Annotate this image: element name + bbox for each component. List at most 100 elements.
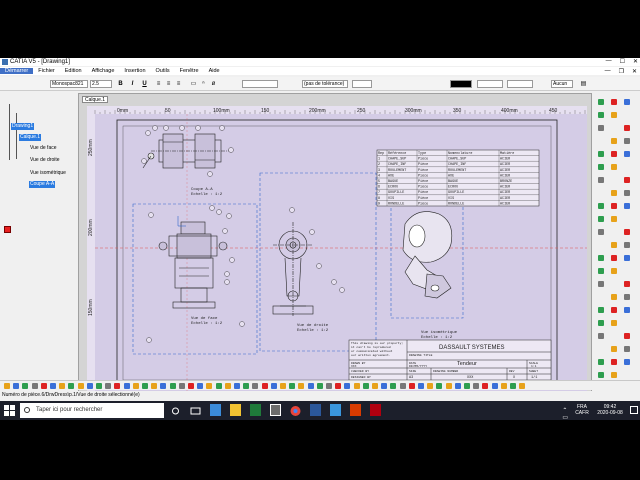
drafting-tool-icon[interactable] (624, 125, 630, 131)
drafting-tool-icon[interactable] (598, 359, 604, 365)
superscript-icon[interactable]: ⁿ (200, 80, 207, 88)
notification-icon[interactable] (630, 406, 638, 414)
drafting-tool-icon[interactable] (598, 307, 604, 313)
drafting-tool-icon[interactable] (598, 281, 604, 287)
standard-tool-icon[interactable] (519, 383, 526, 389)
taskbar-search-input[interactable]: Taper ici pour rechercher (20, 403, 164, 418)
standard-tool-icon[interactable] (270, 383, 277, 389)
menu-edition[interactable]: Edition (60, 68, 87, 74)
menu-outils[interactable]: Outils (151, 68, 175, 74)
tray-icons[interactable]: ⌃ ▭ ♪ (562, 407, 570, 420)
doc-restore-button[interactable]: ❐ (619, 68, 624, 75)
drafting-tool-icon[interactable] (611, 216, 617, 222)
standard-tool-icon[interactable] (243, 383, 250, 389)
standard-tool-icon[interactable] (197, 383, 204, 389)
font-name-select[interactable]: Monospac821 (50, 80, 88, 88)
standard-tool-icon[interactable] (464, 383, 470, 389)
standard-tool-icon[interactable] (261, 383, 268, 389)
drafting-tool-icon[interactable] (611, 359, 617, 365)
drafting-tool-icon[interactable] (598, 229, 604, 235)
tree-sheet-calque1[interactable]: Calque.1 (19, 134, 42, 141)
font-size-select[interactable]: 2.5 (90, 80, 112, 88)
standard-tool-icon[interactable] (206, 383, 213, 389)
standard-tool-icon[interactable] (178, 383, 185, 389)
tree-view-coupe[interactable]: Coupe A-A (29, 181, 56, 188)
standard-tool-icon[interactable] (114, 383, 121, 389)
drafting-tool-icon[interactable] (611, 190, 617, 196)
drafting-tool-icon[interactable] (611, 294, 617, 300)
drawing-canvas[interactable]: 0mm 50 100mm 150 200mm 250 300mm 350 400mm 450 25… (87, 106, 587, 394)
menu-insertion[interactable]: Insertion (119, 68, 150, 74)
drafting-tool-icon[interactable] (598, 216, 604, 222)
standard-tool-icon[interactable] (399, 383, 406, 389)
drafting-tool-icon[interactable] (624, 138, 630, 144)
doc-close-button[interactable]: ✕ (632, 68, 637, 75)
standard-tool-icon[interactable] (4, 383, 10, 389)
standard-tool-icon[interactable] (132, 383, 139, 389)
drafting-tool-icon[interactable] (624, 99, 630, 105)
clock[interactable]: 09:42 2020-09-08 (594, 404, 626, 416)
drafting-tool-icon[interactable] (624, 229, 630, 235)
close-button[interactable]: ✕ (633, 58, 638, 65)
standard-tool-icon[interactable] (427, 383, 434, 389)
drafting-tool-icon[interactable] (624, 177, 630, 183)
standard-tool-icon[interactable] (123, 383, 130, 389)
standard-tool-icon[interactable] (86, 383, 93, 389)
standard-tool-icon[interactable] (381, 383, 388, 389)
menu-aide[interactable]: Aide (204, 68, 225, 74)
standard-tool-icon[interactable] (436, 383, 443, 389)
drafting-tool-icon[interactable] (598, 333, 604, 339)
standard-tool-icon[interactable] (344, 383, 351, 389)
drafting-tool-icon[interactable] (611, 307, 617, 313)
standard-tool-icon[interactable] (510, 383, 516, 389)
drafting-tool-icon[interactable] (624, 281, 630, 287)
drafting-tool-icon[interactable] (598, 112, 604, 118)
drafting-tool-icon[interactable] (624, 333, 630, 339)
standard-tool-icon[interactable] (22, 383, 29, 389)
standard-tool-icon[interactable] (96, 383, 102, 389)
standard-tool-icon[interactable] (142, 383, 148, 389)
standard-tool-icon[interactable] (280, 383, 286, 389)
task-switch-icon[interactable] (190, 404, 201, 416)
store-icon[interactable] (330, 404, 341, 416)
standard-tool-icon[interactable] (482, 383, 489, 389)
standard-tool-icon[interactable] (105, 383, 112, 389)
fill-icon[interactable]: ▤ (580, 80, 587, 88)
standard-tool-icon[interactable] (252, 383, 259, 389)
italic-button[interactable]: I (129, 80, 136, 88)
tree-view-iso[interactable]: Vue isométrique (29, 170, 67, 177)
menu-fichier[interactable]: Fichier (33, 68, 60, 74)
drafting-tool-icon[interactable] (624, 307, 630, 313)
sheet-tab[interactable]: Calque.1 (82, 96, 109, 103)
drafting-tool-icon[interactable] (624, 294, 630, 300)
standard-tool-icon[interactable] (31, 383, 38, 389)
bold-button[interactable]: B (117, 80, 124, 88)
dimension-field[interactable] (242, 80, 278, 88)
standard-tool-icon[interactable] (390, 383, 397, 389)
standard-tool-icon[interactable] (13, 383, 20, 389)
chrome-icon[interactable] (290, 404, 301, 416)
drafting-tool-icon[interactable] (611, 99, 617, 105)
standard-tool-icon[interactable] (454, 383, 461, 389)
align-center-icon[interactable]: ≡ (165, 80, 172, 88)
drafting-tool-icon[interactable] (598, 125, 604, 131)
symbol-icon[interactable]: ø (210, 80, 217, 88)
standard-tool-icon[interactable] (77, 383, 84, 389)
standard-tool-icon[interactable] (491, 383, 498, 389)
drafting-tool-icon[interactable] (611, 151, 617, 157)
task-view-icon[interactable] (170, 404, 181, 416)
standard-tool-icon[interactable] (372, 383, 378, 389)
acrobat-icon[interactable] (370, 404, 381, 416)
drafting-tool-icon[interactable] (611, 242, 617, 248)
minimize-button[interactable]: — (606, 58, 612, 65)
drafting-tool-icon[interactable] (611, 320, 617, 326)
drafting-tool-icon[interactable] (611, 138, 617, 144)
color-select[interactable] (450, 80, 472, 88)
drafting-tool-icon[interactable] (598, 177, 604, 183)
app-icon-1[interactable] (210, 404, 221, 416)
standard-tool-icon[interactable] (215, 383, 222, 389)
standard-tool-icon[interactable] (307, 383, 314, 389)
stop-icon[interactable] (4, 226, 11, 233)
standard-tool-icon[interactable] (362, 383, 369, 389)
excel-icon[interactable] (250, 404, 261, 416)
